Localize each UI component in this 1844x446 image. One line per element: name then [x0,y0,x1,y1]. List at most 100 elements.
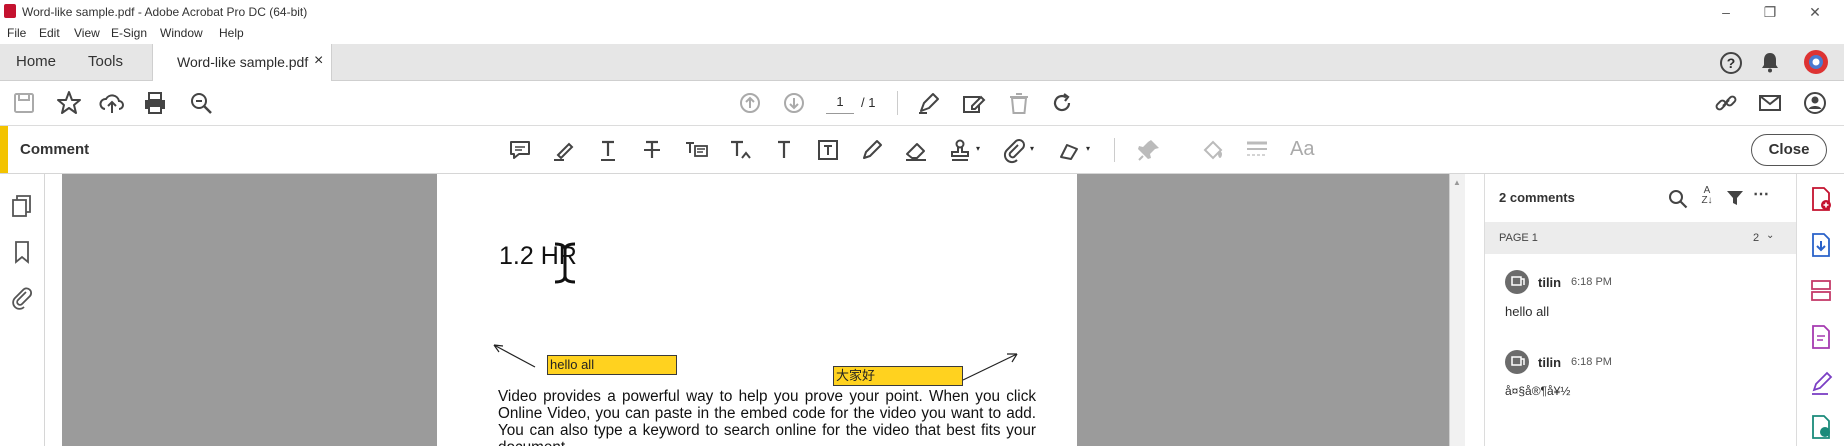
restore-button[interactable]: ❐ [1755,2,1785,22]
add-text-comment-icon[interactable] [770,136,798,164]
main-toolbar: 1 / 1 [0,81,1844,126]
share-link-icon[interactable] [1712,89,1740,117]
callout-arrow-left [493,344,536,368]
draw-pencil-icon[interactable] [858,136,886,164]
sort-az-icon[interactable]: A Z↓ [1699,186,1715,206]
comments-count: 2 comments [1499,190,1575,205]
comment-text: å¤§å®¶å¥½ [1505,384,1571,398]
page-thumbnails-icon[interactable] [10,193,34,224]
add-user-icon[interactable] [1801,89,1829,117]
comment-time: 6:18 PM [1571,276,1612,288]
tab-document[interactable]: Word-like sample.pdf × [152,44,332,81]
line-style-icon[interactable] [1243,136,1271,164]
bookmark-icon[interactable] [12,240,32,269]
shapes-dropdown-icon[interactable]: ▾ [1086,144,1090,153]
cloud-upload-icon[interactable] [98,89,126,117]
page-number-input[interactable]: 1 [826,91,854,114]
menu-window[interactable]: Window [160,26,203,40]
stamp-icon[interactable] [946,136,974,164]
page-group-header[interactable]: PAGE 1 2 ⌄ [1485,222,1797,254]
comment-author: tilin [1538,355,1562,370]
export-pdf-icon[interactable] [1809,232,1833,263]
menu-view[interactable]: View [74,26,100,40]
avatar[interactable] [1804,50,1828,74]
tab-home[interactable]: Home [16,53,56,70]
page-group-count: 2 [1753,232,1760,244]
menu-edit[interactable]: Edit [39,26,60,40]
text-style-icon[interactable]: Aa [1290,138,1314,161]
callout-arrow-right [962,353,1018,381]
page-total: / 1 [861,95,876,110]
comment-tool-title: Comment [20,141,90,158]
comment-time: 6:18 PM [1571,356,1612,368]
print-icon[interactable] [141,89,169,117]
filter-icon[interactable] [1725,188,1745,213]
document-body-text[interactable]: Video provides a powerful way to help yo… [498,388,1036,446]
next-page-icon[interactable] [780,89,808,117]
rotate-icon[interactable] [1048,89,1076,117]
save-icon[interactable] [10,89,38,117]
eraser-icon[interactable] [902,136,930,164]
attachments-icon[interactable] [11,286,33,315]
acrobat-logo-icon [4,4,16,18]
comments-panel: 2 comments A Z↓ ⋯ PAGE 1 2 ⌄ tilin 6:18 P… [1484,174,1797,446]
pdf-page: 1.2 HR hello all 大家好 Video provides a po… [437,174,1077,446]
comment-text: hello all [1505,304,1550,319]
search-comments-icon[interactable] [1667,188,1689,215]
previous-page-icon[interactable] [736,89,764,117]
fill-color-icon[interactable] [1199,136,1227,164]
create-pdf-icon[interactable] [1809,186,1833,217]
scroll-up-icon[interactable]: ▲ [1453,178,1461,187]
chevron-down-icon[interactable]: ⌄ [1766,230,1774,241]
highlight-text-icon[interactable] [550,136,578,164]
comment-author-avatar [1505,350,1529,374]
comment-item[interactable]: tilin 6:18 PM å¤§å®¶å¥½ [1485,344,1797,414]
organize-pages-icon[interactable] [1809,278,1833,309]
attach-file-icon[interactable] [1000,136,1028,164]
close-comment-button[interactable]: Close [1751,134,1827,166]
minimize-button[interactable]: – [1711,2,1741,22]
left-navigation-pane [0,174,45,446]
text-box-icon[interactable] [814,136,842,164]
right-tools-rail [1796,174,1844,446]
close-window-button[interactable]: ✕ [1800,2,1830,22]
stamp-dropdown-icon[interactable]: ▾ [976,144,980,153]
fill-and-sign-icon[interactable] [1809,370,1833,401]
menu-file[interactable]: File [7,26,26,40]
menu-help[interactable]: Help [219,26,244,40]
toolbar-divider [897,91,898,115]
send-for-review-icon[interactable] [1809,414,1833,445]
shapes-icon[interactable] [1056,136,1084,164]
sticky-note-icon[interactable] [506,136,534,164]
text-cursor-icon [551,242,579,289]
vertical-scrollbar[interactable]: ▲ [1449,174,1465,446]
close-tab-icon[interactable]: × [314,52,323,70]
zoom-search-icon[interactable] [187,89,215,117]
more-options-icon[interactable]: ⋯ [1753,184,1769,204]
edit-document-icon[interactable] [959,89,987,117]
fill-sign-pen-icon[interactable] [915,89,943,117]
star-icon[interactable] [55,89,83,117]
help-icon[interactable]: ? [1720,52,1742,74]
comment-author: tilin [1538,275,1562,290]
comment-item[interactable]: tilin 6:18 PM hello all [1485,264,1797,334]
email-icon[interactable] [1756,89,1784,117]
callout-note-chinese[interactable]: 大家好 [833,366,963,386]
comment-toolbar-divider [1114,138,1115,162]
replace-text-icon[interactable] [682,136,710,164]
comment-author-avatar [1505,270,1529,294]
pin-icon[interactable] [1135,136,1163,164]
bell-icon[interactable] [1760,51,1780,78]
menu-esign[interactable]: E-Sign [111,26,147,40]
insert-text-icon[interactable] [726,136,754,164]
page-group-label: PAGE 1 [1499,232,1538,244]
callout-note-hello[interactable]: hello all [547,355,677,375]
tab-tools[interactable]: Tools [88,53,123,70]
menu-bar: File Edit View E-Sign Window Help [0,24,1844,44]
attach-dropdown-icon[interactable]: ▾ [1030,144,1034,153]
underline-text-icon[interactable] [594,136,622,164]
tab-document-label: Word-like sample.pdf [177,54,309,70]
edit-pdf-icon[interactable] [1809,324,1833,355]
delete-icon[interactable] [1005,89,1033,117]
strikethrough-icon[interactable] [638,136,666,164]
